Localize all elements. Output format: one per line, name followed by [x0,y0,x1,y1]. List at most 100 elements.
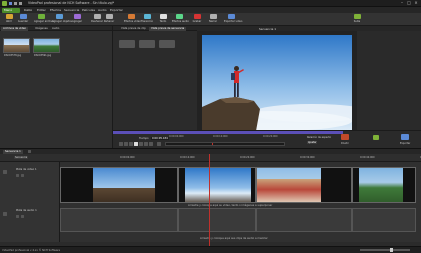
audio-clip-1[interactable] [60,208,178,232]
tab-sequence-preview[interactable]: Vista previa de secuencia [149,26,187,31]
ribbon-button-12[interactable]: Narrar [206,14,220,25]
video-clip-1[interactable] [60,167,178,203]
ribbon-button-10[interactable]: Efectos audio [172,14,189,25]
play-icon[interactable] [134,142,138,146]
zoom-slider-handle[interactable] [390,248,393,252]
split-icon[interactable] [341,134,349,140]
audio-track-lock-icon[interactable] [21,215,24,218]
ribbon-button-7[interactable]: Efectos video [124,14,141,25]
go-to-start-icon[interactable] [119,142,123,146]
ribbon-button-3[interactable]: Agregar objetos [52,14,72,25]
side-tool-1-icon[interactable] [119,40,135,48]
folder-icon [5,14,13,19]
step-back-icon[interactable] [124,142,128,146]
video-track-lock-icon[interactable] [21,174,24,177]
ribbon-button-label: Transición [140,20,154,23]
go-to-end-icon[interactable] [149,142,153,146]
redo-icon [105,14,113,19]
sequence-close-icon[interactable] [28,150,31,153]
audio-clip-3[interactable] [256,208,352,232]
tab-sequence-1[interactable]: Secuencia 1 [3,149,23,154]
audio-track-lane[interactable]: Arrastre y coloque aquí sus clips de aud… [60,208,421,242]
video-track-mute-icon[interactable] [16,174,19,177]
export-video-icon [227,14,235,19]
media-thumb-1[interactable] [3,38,30,53]
ribbon-button-11[interactable]: Grabar [190,14,204,25]
transition-icon [143,14,151,19]
split-button[interactable]: Dividir [341,142,349,145]
timeline-ruler[interactable]: Secuencia 0:00:00.000 0:00:10.000 0:00:20.… [0,154,421,162]
menu-inicio[interactable]: Inicio [24,8,32,12]
ruler-tick-label: 0:00:30.000 [300,156,315,159]
rewind-icon[interactable] [129,142,133,146]
audio-track-icon [3,212,7,216]
title-bar: VideoPad profesional de NCH Software - S… [0,0,421,7]
ribbon-button-14[interactable]: Suite [350,14,364,25]
ribbon-button-2[interactable]: Agregar archivo [34,14,54,25]
menu-exportar[interactable]: Exportar [110,8,123,12]
ruler-tick-label: 0:00:40.000 [360,156,375,159]
media-thumb-2[interactable] [33,38,60,53]
audio-track-header: Pista de audio 1 [0,208,60,242]
video-clip-2[interactable] [178,167,256,203]
fast-forward-icon[interactable] [139,142,143,146]
undo-icon [93,14,101,19]
close-icon[interactable]: × [413,1,419,6]
loop-icon[interactable] [157,142,161,146]
export-preview-icon[interactable] [401,134,409,140]
suite-icon [353,14,361,19]
add-objects-icon [55,14,63,19]
media-bin-tabs: Archivos de video Imágenes Audio [0,26,112,31]
tab-images[interactable]: Imágenes [33,27,50,31]
ribbon-button-9[interactable]: Texto [156,14,170,25]
time-end-label: 0:00:20.000 [263,134,278,138]
tab-audio[interactable]: Audio [50,27,61,31]
video-clip-4[interactable] [352,167,416,203]
ribbon-button-6[interactable]: Rehacer [102,14,116,25]
audio-clip-2[interactable] [178,208,256,232]
step-forward-icon[interactable] [144,142,148,146]
audio-track-mute-icon[interactable] [16,215,19,218]
menu-audio[interactable]: Audio [98,8,107,12]
ribbon-toolbar: Abrir Guardar Agregar archivo Agregar objet… [0,13,421,26]
ribbon-button-8[interactable]: Transición [140,14,154,25]
maximize-icon[interactable]: □ [406,1,412,6]
quick-save-icon[interactable] [9,1,12,5]
menu-peliculas[interactable]: Películas [82,8,95,12]
ribbon-button-4[interactable]: Agregar [70,14,84,25]
menu-secuencia[interactable]: Secuencia [64,8,79,12]
video-track-lane[interactable]: Arrastre y coloque aquí su video, texto … [60,162,421,208]
seek-bar[interactable] [113,131,343,134]
video-effects-icon [127,14,135,19]
export-preview-button[interactable]: Exportar [400,142,410,145]
side-tool-2-icon[interactable] [139,40,155,48]
mini-timeline[interactable] [165,142,285,146]
sequence-preview-area: Secuencia 1 [197,26,421,136]
file-menu-button[interactable]: Menú [2,7,20,13]
minimize-icon[interactable]: – [399,1,405,6]
zoom-select[interactable]: Secuencia [14,156,29,159]
timeline-playhead[interactable] [209,154,210,246]
video-clip-3[interactable] [256,167,352,203]
menu-editar[interactable]: Editar [37,8,46,12]
ribbon-button-1[interactable]: Guardar [16,14,30,25]
snapshot-icon[interactable] [373,135,379,140]
tab-clip-preview[interactable]: Vista previa de clip [119,27,148,31]
ribbon-button-label: Grabar [192,20,202,23]
quick-undo-icon[interactable] [14,1,17,5]
audio-clip-4[interactable] [352,208,416,232]
quick-redo-icon[interactable] [19,1,22,5]
side-tool-3-icon[interactable] [159,40,175,48]
audio-track-label: Pista de audio 1 [16,209,37,212]
time-start-label: 0:00:00.000 [169,134,184,138]
tab-video-files[interactable]: Archivos de video [1,26,29,31]
ribbon-button-13[interactable]: Exportar video [224,14,242,25]
menu-efectos[interactable]: Efectos [50,8,61,12]
status-bar: VideoPad profesional v 4.xx © NCH Softwa… [0,246,421,253]
aspect-select[interactable]: Ajustar [307,141,318,144]
zoom-slider[interactable] [360,248,410,252]
window-title: VideoPad profesional de NCH Software - S… [28,1,115,5]
ribbon-button-0[interactable]: Abrir [2,14,16,25]
video-track-label: Pista de video 1 [16,168,37,171]
ribbon-button-label: Guardar [17,20,29,23]
